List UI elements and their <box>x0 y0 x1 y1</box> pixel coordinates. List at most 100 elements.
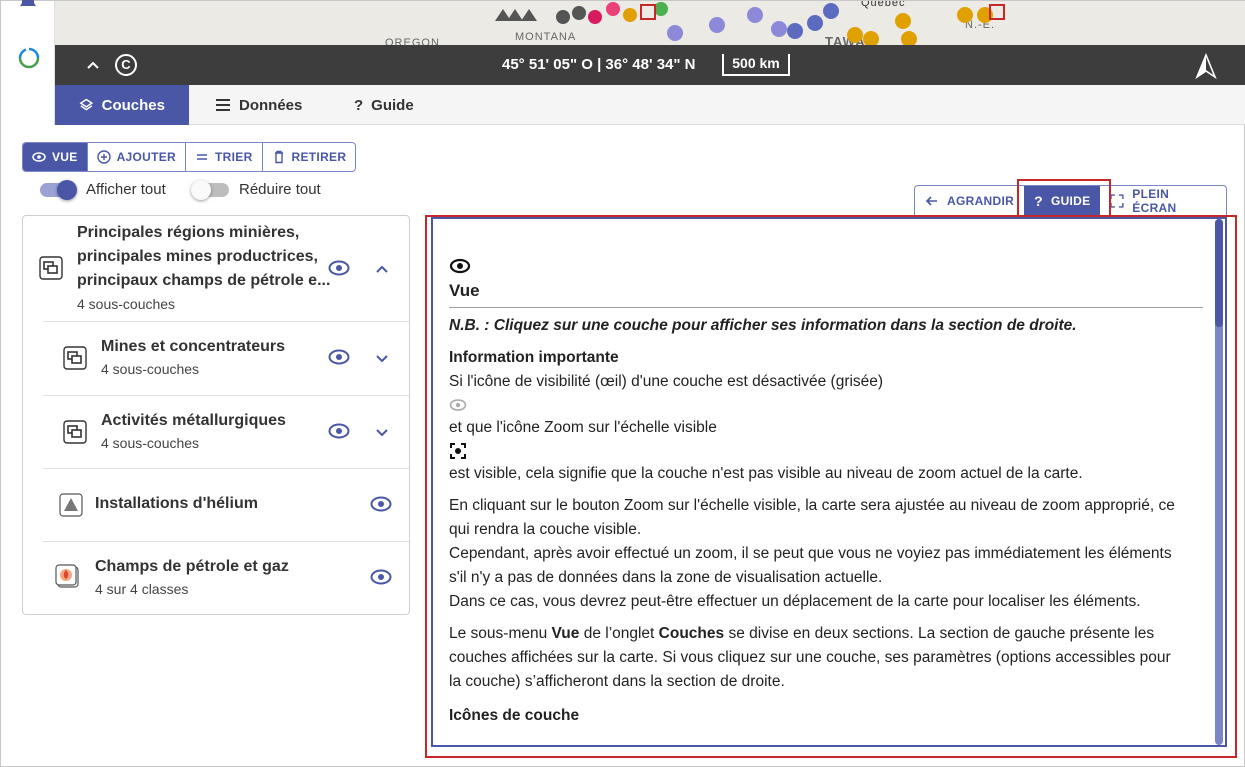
collapse-all-toggle[interactable]: Réduire tout <box>191 179 321 200</box>
chevron-up-icon[interactable] <box>375 262 389 276</box>
subnav-trier-button[interactable]: TRIER <box>186 143 263 171</box>
scrollbar-thumb[interactable] <box>1215 219 1223 327</box>
fullscreen-icon <box>1110 194 1125 208</box>
trash-icon <box>274 150 283 164</box>
arrow-left-icon <box>925 196 937 206</box>
chevron-up-icon[interactable] <box>85 57 101 73</box>
guide-subheading: Information importante <box>449 349 619 366</box>
subnav-label: RETIRER <box>291 150 347 164</box>
guide-text: Cependant, après avoir effectué un zoom,… <box>449 545 1172 562</box>
toggle-switch[interactable] <box>40 179 77 200</box>
layer-title: principaux champs de pétrole e... <box>77 272 331 289</box>
eye-icon[interactable] <box>328 257 350 279</box>
guide-text: Le sous-menu Vue de l’onglet Couches se … <box>449 625 1155 642</box>
layer-group-icon <box>63 346 87 370</box>
subnav-label: VUE <box>52 150 78 164</box>
layer-subtitle: 4 sur 4 classes <box>95 581 189 597</box>
eye-icon[interactable] <box>328 420 350 442</box>
show-all-toggle[interactable]: Afficher tout <box>40 179 166 200</box>
layer-subnav: VUE AJOUTER TRIER RETIRER <box>22 142 357 172</box>
toggle-label: Réduire tout <box>239 181 321 198</box>
coordinates-readout: 45° 51' 05" O | 36° 48' 34" N <box>502 56 696 73</box>
layer-item[interactable]: Installations d'hélium <box>23 469 409 541</box>
layers-icon <box>79 98 94 111</box>
list-icon <box>216 99 230 111</box>
north-arrow-icon[interactable] <box>1193 53 1219 79</box>
layer-subtitle: 4 sous-couches <box>101 361 200 377</box>
eye-icon[interactable] <box>328 346 350 368</box>
guide-paragraph: En cliquant sur le bouton Zoom sur l'éch… <box>449 494 1203 614</box>
tab-guide[interactable]: ? Guide <box>330 85 438 125</box>
layer-title: Principales régions minières, <box>77 224 300 241</box>
layer-title: Installations d'hélium <box>95 495 258 512</box>
eye-disabled-icon <box>449 394 1203 416</box>
bell-icon[interactable] <box>18 0 38 11</box>
agrandir-button[interactable]: AGRANDIR <box>915 186 1024 216</box>
flame-icon <box>55 564 79 588</box>
guide-heading: Vue <box>449 279 1203 308</box>
layer-group-icon <box>63 420 87 444</box>
guide-text: et que l'icône Zoom sur l'échelle visibl… <box>449 419 717 436</box>
layer-item[interactable]: Mines et concentrateurs 4 sous-couches <box>23 322 409 395</box>
guide-text: En cliquant sur le bouton Zoom sur l'éch… <box>449 497 1175 514</box>
guide-note: N.B. : Cliquez sur une couche pour affic… <box>449 317 1077 334</box>
loading-spinner-icon <box>18 47 40 69</box>
plus-circle-icon <box>96 150 111 164</box>
guide-text: s'il n'y a pas de données dans la zone d… <box>449 569 883 586</box>
guide-text: Dans ce cas, vous devrez peut-être effec… <box>449 593 1141 610</box>
guide-panel[interactable]: Vue N.B. : Cliquez sur une couche pour a… <box>431 217 1227 747</box>
layer-title: Activités métallurgiques <box>101 412 286 429</box>
zoom-visible-scale-icon <box>449 440 1203 462</box>
eye-icon <box>449 258 471 274</box>
layer-item[interactable]: Principales régions minières, principale… <box>23 216 409 321</box>
subnav-label: AJOUTER <box>116 150 177 164</box>
layer-subtitle: 4 sous-couches <box>101 435 200 451</box>
button-label: AGRANDIR <box>947 194 1015 208</box>
subnav-vue-button[interactable]: VUE <box>23 143 88 171</box>
guide-paragraph: Le sous-menu Vue de l’onglet Couches se … <box>449 622 1203 694</box>
tab-label: Données <box>239 96 303 114</box>
map-markers <box>495 2 1005 45</box>
tab-couches[interactable]: Couches <box>55 85 189 125</box>
button-label: PLEIN ÉCRAN <box>1132 187 1177 215</box>
layer-title: Mines et concentrateurs <box>101 338 286 355</box>
app-window: OREGON MONTANA TAWA Québec N.-É. C 45° 5… <box>0 0 1245 767</box>
guide-highlight-box <box>1017 179 1111 220</box>
guide-subheading: Icônes de couche <box>449 707 580 724</box>
layer-item[interactable]: Activités métallurgiques 4 sous-couches <box>23 396 409 468</box>
main-tabs: Couches Données ? Guide <box>55 85 1245 125</box>
layer-item[interactable]: Champs de pétrole et gaz 4 sur 4 classes <box>23 542 409 614</box>
fullscreen-button[interactable]: PLEIN ÉCRAN <box>1100 186 1226 216</box>
subnav-label: TRIER <box>215 150 253 164</box>
warning-triangle-icon <box>59 493 83 517</box>
scale-bar[interactable]: 500 km <box>722 54 790 76</box>
layer-group-icon <box>39 256 63 280</box>
layer-title: Champs de pétrole et gaz <box>95 558 289 575</box>
question-icon: ? <box>354 96 364 114</box>
map-canvas[interactable]: OREGON MONTANA TAWA Québec N.-É. <box>55 1 1245 45</box>
subnav-ajouter-button[interactable]: AJOUTER <box>88 143 187 171</box>
guide-text: est visible, cela signifie que la couche… <box>449 465 1083 482</box>
tab-label: Guide <box>371 96 414 114</box>
eye-icon[interactable] <box>370 493 392 515</box>
sort-icon <box>197 154 208 160</box>
toggle-label: Afficher tout <box>86 181 166 198</box>
tab-donnees[interactable]: Données <box>191 85 326 125</box>
chevron-down-icon[interactable] <box>375 425 389 439</box>
guide-scrollbar[interactable] <box>1215 219 1223 745</box>
eye-icon <box>32 152 46 162</box>
guide-text: la couche) s’afficheront dans la section… <box>449 673 785 690</box>
tab-label: Couches <box>101 96 165 114</box>
layer-list: Principales régions minières, principale… <box>22 215 410 615</box>
guide-text: couches affichées sur la carte. Si vous … <box>449 649 1171 666</box>
subnav-retirer-button[interactable]: RETIRER <box>263 143 356 171</box>
chevron-down-icon[interactable] <box>375 351 389 365</box>
left-rail <box>1 0 55 125</box>
layer-subtitle: 4 sous-couches <box>77 296 176 312</box>
guide-content: Vue N.B. : Cliquez sur une couche pour a… <box>449 255 1203 728</box>
toggle-switch[interactable] <box>191 179 229 200</box>
layer-title: principales mines productrices, <box>77 248 318 265</box>
guide-text: qui rendra la couche visible. <box>449 521 642 538</box>
copyright-icon[interactable]: C <box>115 54 137 76</box>
eye-icon[interactable] <box>370 566 392 588</box>
